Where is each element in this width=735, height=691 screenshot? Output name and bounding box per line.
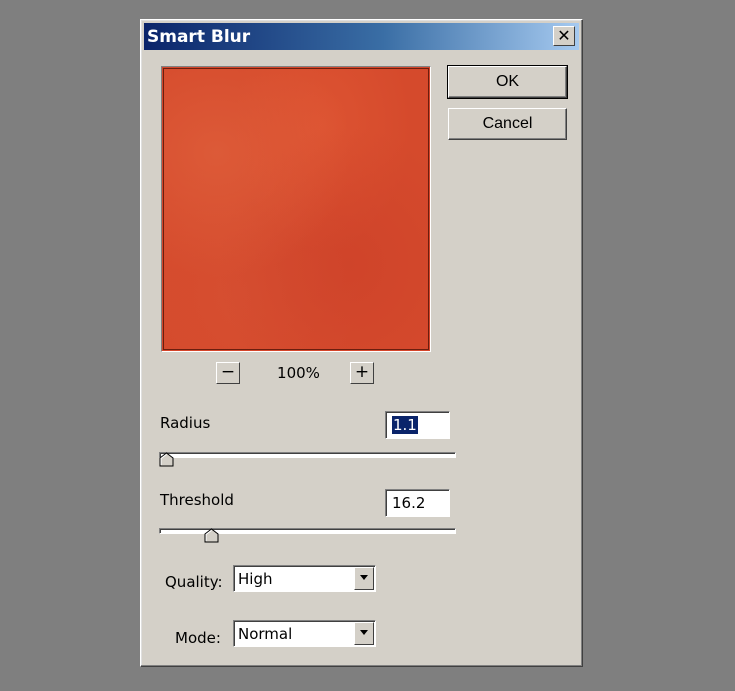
window-title: Smart Blur	[147, 27, 251, 47]
quality-selected: High	[238, 570, 273, 588]
mode-dropdown-button[interactable]	[354, 622, 374, 645]
radius-slider-track[interactable]	[159, 452, 456, 458]
preview-image[interactable]	[163, 68, 429, 350]
threshold-slider-thumb[interactable]	[204, 528, 219, 543]
radius-value: 1.1	[392, 416, 418, 434]
minus-icon: −	[220, 362, 236, 382]
radius-label: Radius	[160, 414, 211, 432]
threshold-value: 16.2	[392, 494, 426, 512]
chevron-down-icon	[360, 575, 368, 580]
quality-label: Quality:	[165, 573, 223, 591]
threshold-label: Threshold	[160, 491, 234, 509]
mode-selected: Normal	[238, 625, 293, 643]
mode-select[interactable]: Normal	[233, 620, 376, 647]
quality-dropdown-button[interactable]	[354, 567, 374, 590]
preview-pane[interactable]	[161, 66, 431, 352]
zoom-level: 100%	[277, 364, 320, 382]
threshold-input[interactable]: 16.2	[385, 489, 450, 517]
close-button[interactable]: ✕	[553, 26, 575, 46]
zoom-out-button[interactable]: −	[216, 362, 240, 384]
cancel-button[interactable]: Cancel	[448, 108, 567, 140]
quality-select[interactable]: High	[233, 565, 376, 592]
smart-blur-dialog: Smart Blur ✕ OK Cancel − 100% + Radius 1…	[140, 19, 583, 667]
mode-label: Mode:	[175, 629, 221, 647]
radius-input[interactable]: 1.1	[385, 411, 450, 439]
close-icon: ✕	[557, 26, 571, 45]
ok-button[interactable]: OK	[447, 65, 568, 99]
zoom-in-button[interactable]: +	[350, 362, 374, 384]
chevron-down-icon	[360, 630, 368, 635]
plus-icon: +	[354, 362, 370, 382]
radius-slider-thumb[interactable]	[159, 452, 174, 467]
title-bar[interactable]: Smart Blur ✕	[144, 23, 579, 50]
